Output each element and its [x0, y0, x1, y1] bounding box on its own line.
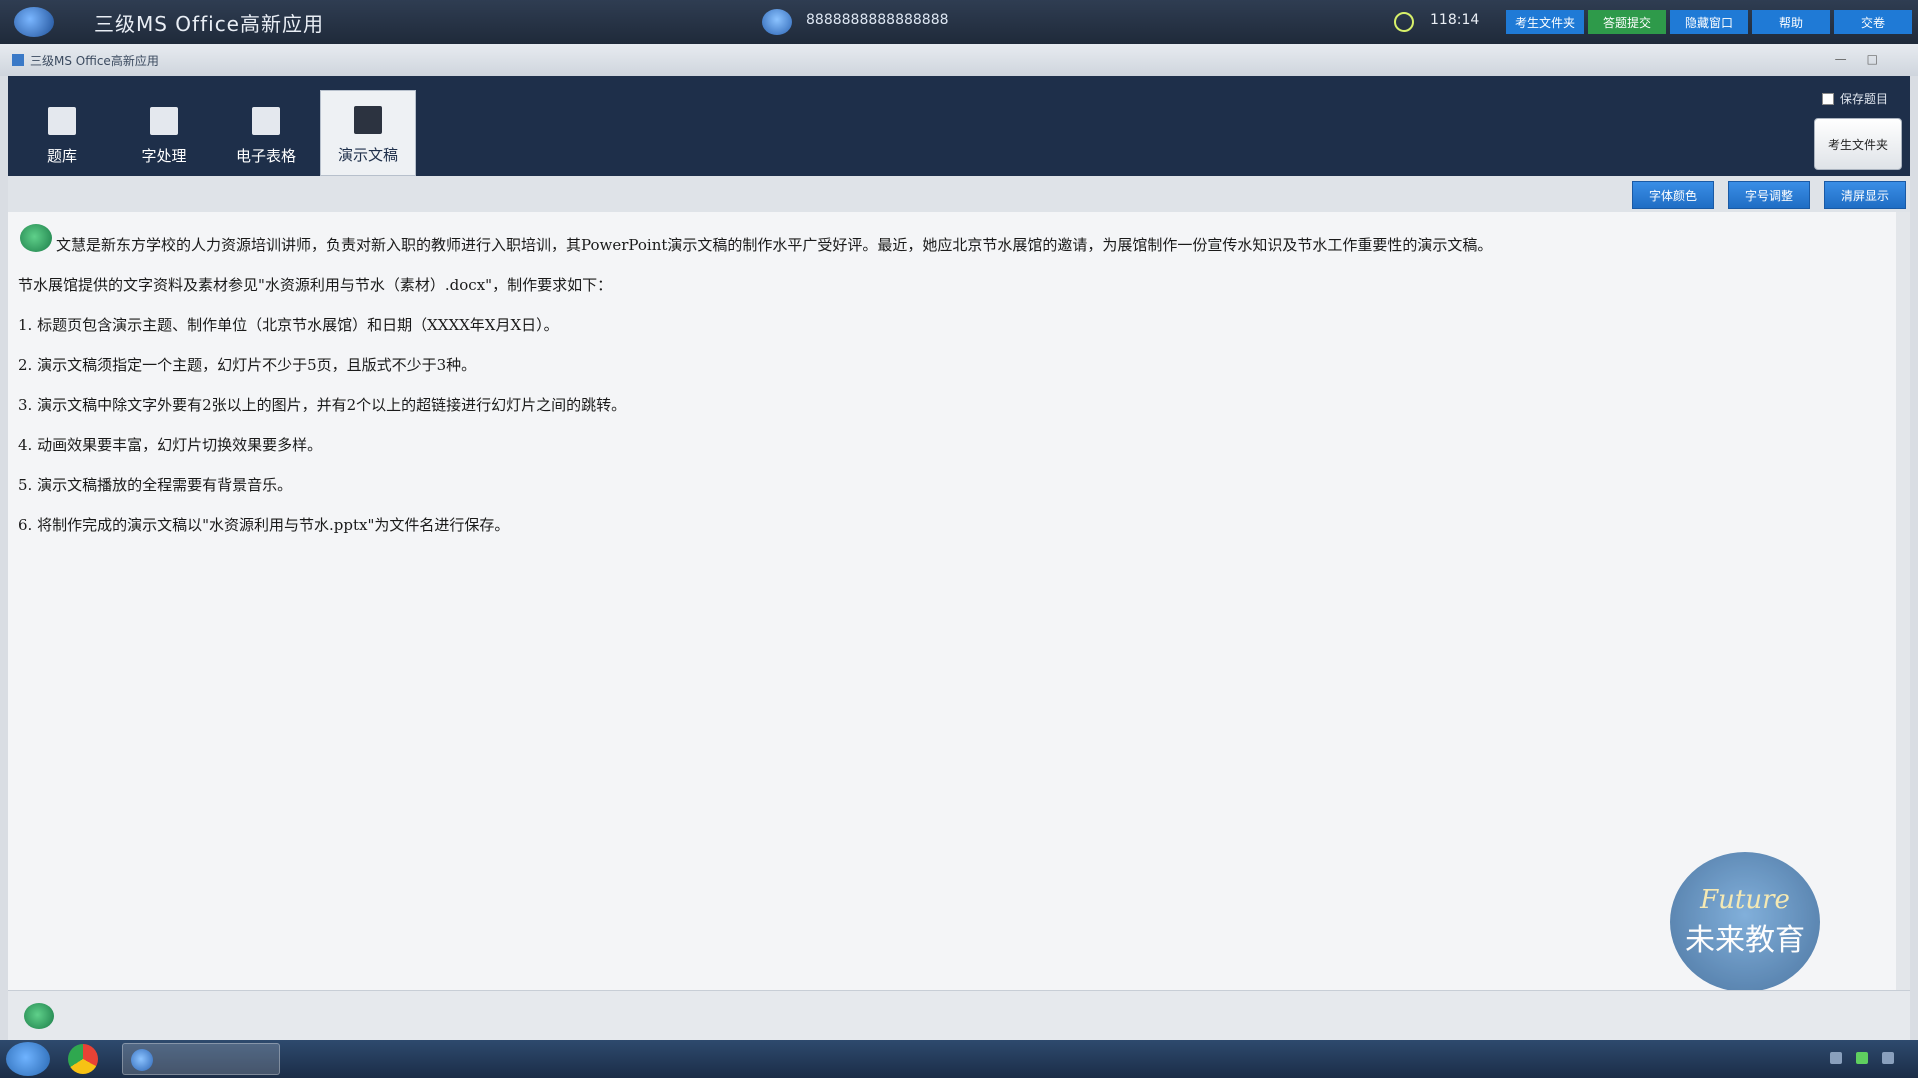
- tab-spreadsheet[interactable]: 电子表格: [218, 90, 314, 176]
- window-icon: [12, 54, 24, 66]
- requirement-4: 4. 动画效果要丰富，幻灯片切换效果要多样。: [18, 436, 323, 454]
- os-taskbar: [0, 1040, 1918, 1078]
- exam-id: 8888888888888888: [806, 12, 949, 28]
- student-folder-button[interactable]: 考生文件夹: [1506, 10, 1584, 34]
- tray-icon[interactable]: [1830, 1052, 1842, 1064]
- system-tray: [1830, 1052, 1894, 1064]
- clear-screen-button[interactable]: 清屏显示: [1824, 181, 1906, 209]
- watermark-bottom: 未来教育: [1685, 923, 1805, 958]
- vertical-scrollbar[interactable]: [1896, 212, 1910, 990]
- font-color-button[interactable]: 字体颜色: [1632, 181, 1714, 209]
- hide-window-button[interactable]: 隐藏窗口: [1670, 10, 1748, 34]
- window-title: 三级MS Office高新应用: [30, 53, 159, 68]
- requirement-6: 6. 将制作完成的演示文稿以"水资源利用与节水.pptx"为文件名进行保存。: [18, 516, 510, 534]
- app-title: 三级MS Office高新应用: [94, 11, 324, 36]
- volume-icon[interactable]: [1882, 1052, 1894, 1064]
- network-icon[interactable]: [1856, 1052, 1868, 1064]
- question-icon: [20, 224, 52, 252]
- countdown-timer: 118:14: [1430, 12, 1480, 28]
- status-icon[interactable]: [24, 1003, 54, 1029]
- spreadsheet-icon: [252, 107, 280, 135]
- maximize-icon[interactable]: □: [1867, 52, 1878, 66]
- question-intro: 文慧是新东方学校的人力资源培训讲师，负责对新入职的教师进行入职培训，其Power…: [56, 236, 1493, 254]
- checkbox-label: 保存题目: [1839, 92, 1888, 106]
- requirement-1: 1. 标题页包含演示主题、制作单位（北京节水展馆）和日期（XXXX年X月X日）。: [18, 316, 559, 334]
- submit-answer-button[interactable]: 答题提交: [1588, 10, 1666, 34]
- tab-question-bank[interactable]: 题库: [14, 90, 110, 176]
- status-bar: [8, 990, 1910, 1040]
- clock-icon: [1394, 12, 1414, 32]
- taskbar-exam-app[interactable]: [122, 1043, 280, 1075]
- requirement-3: 3. 演示文稿中除文字外要有2张以上的图片，并有2个以上的超链接进行幻灯片之间的…: [18, 396, 627, 414]
- question-content: 文慧是新东方学校的人力资源培训讲师，负责对新入职的教师进行入职培训，其Power…: [8, 212, 1910, 992]
- window-controls: — □: [1835, 52, 1878, 66]
- checkbox-icon[interactable]: [1821, 92, 1834, 105]
- hand-in-button[interactable]: 交卷: [1834, 10, 1912, 34]
- font-size-button[interactable]: 字号调整: [1728, 181, 1810, 209]
- chrome-icon[interactable]: [68, 1044, 98, 1074]
- app-titlebar: 三级MS Office高新应用 8888888888888888 118:14 …: [0, 0, 1918, 44]
- tab-label: 题库: [46, 147, 77, 165]
- save-question-checkbox[interactable]: 保存题目: [1821, 90, 1888, 107]
- tab-label: 字处理: [141, 147, 187, 165]
- minimize-icon[interactable]: —: [1835, 52, 1847, 66]
- window-titlebar: 三级MS Office高新应用 — □: [0, 44, 1918, 76]
- exam-app-icon: [131, 1049, 153, 1071]
- word-icon: [150, 107, 178, 135]
- exam-window: 三级MS Office高新应用 — □ 题库 字处理 电子表格 演示文稿 保存题…: [0, 44, 1918, 1040]
- document-icon: [48, 107, 76, 135]
- question-line: 节水展馆提供的文字资料及素材参见"水资源利用与节水（素材）.docx"，制作要求…: [18, 276, 613, 294]
- tab-presentation[interactable]: 演示文稿: [320, 90, 416, 176]
- requirement-2: 2. 演示文稿须指定一个主题，幻灯片不少于5页，且版式不少于3种。: [18, 356, 477, 374]
- help-button[interactable]: 帮助: [1752, 10, 1830, 34]
- tab-label: 电子表格: [235, 147, 296, 165]
- watermark-top: Future: [1700, 885, 1790, 915]
- app-logo-icon: [14, 7, 54, 37]
- start-button-icon[interactable]: [6, 1042, 50, 1076]
- future-education-logo: Future 未来教育: [1670, 852, 1820, 992]
- question-type-ribbon: 题库 字处理 电子表格 演示文稿 保存题目 考生文件夹: [8, 76, 1910, 176]
- action-strip: 字体颜色 字号调整 清屏显示: [8, 176, 1910, 212]
- requirement-5: 5. 演示文稿播放的全程需要有背景音乐。: [18, 476, 293, 494]
- presentation-icon: [354, 106, 382, 134]
- open-student-folder-button[interactable]: 考生文件夹: [1814, 118, 1902, 170]
- tab-word-processing[interactable]: 字处理: [116, 90, 212, 176]
- user-icon: [762, 9, 792, 35]
- tab-label: 演示文稿: [337, 146, 398, 164]
